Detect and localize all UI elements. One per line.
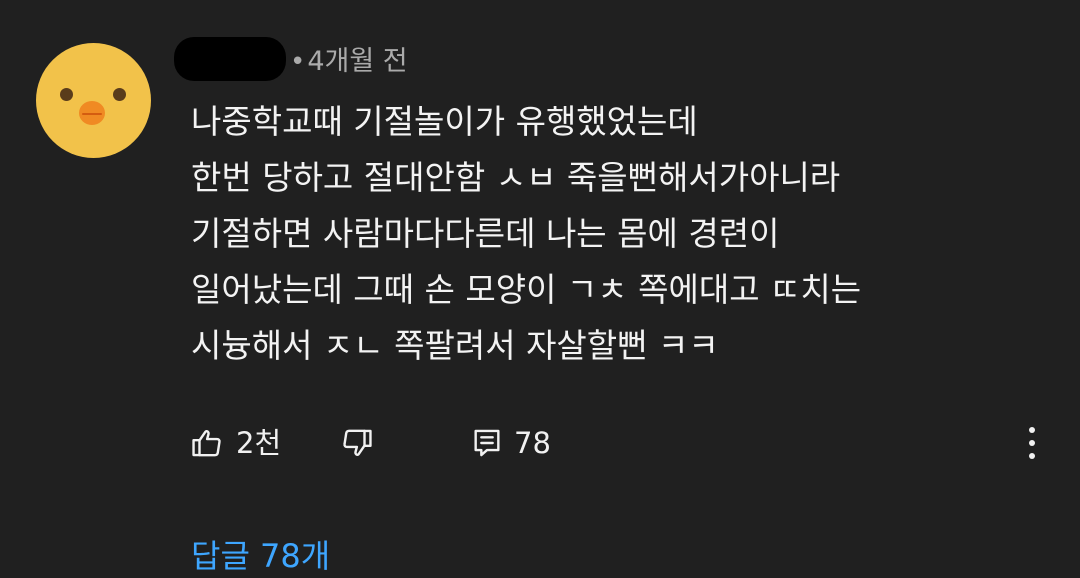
more-dot — [1029, 427, 1035, 433]
like-button[interactable]: 2천 — [190, 416, 281, 470]
more-dot — [1029, 440, 1035, 446]
comment-line: 기절하면 사람마다다른데 나는 몸에 경련이 — [191, 214, 780, 253]
reply-button[interactable]: 78 — [470, 416, 551, 470]
reply-count: 78 — [514, 426, 551, 460]
comment-timestamp: 4개월 전 — [307, 46, 408, 77]
avatar-beak-line — [82, 113, 102, 115]
comment-line: 일어났는데 그때 손 모양이 ㄱㅊ 쪽에대고 ㄸ치는 — [191, 270, 862, 309]
like-count: 2천 — [236, 426, 282, 460]
more-vertical-icon[interactable] — [1018, 416, 1046, 470]
view-replies-link[interactable]: 답글 78개 — [191, 534, 330, 578]
comment-text: 나중학교때 기절놀이가 유행했었는데 한번 당하고 절대안함 ㅅㅂ 죽을뻔해서가… — [191, 94, 1011, 374]
dislike-button[interactable] — [340, 416, 374, 470]
comment-line: 나중학교때 기절놀이가 유행했었는데 — [191, 102, 698, 141]
redacted-username — [174, 37, 286, 81]
avatar-eye-right — [113, 88, 126, 101]
thumbs-down-icon — [343, 429, 372, 456]
comment-line: 시늉해서 ㅈㄴ 쪽팔려서 자살할뻔 ㅋㅋ — [191, 326, 719, 365]
more-dot — [1029, 453, 1035, 459]
comment-meta: •4개월 전 — [290, 45, 408, 79]
avatar[interactable] — [36, 43, 151, 158]
comment-actions: 2천 78 — [190, 416, 1050, 470]
comment-line: 한번 당하고 절대안함 ㅅㅂ 죽을뻔해서가아니라 — [191, 158, 841, 197]
comment-icon — [474, 429, 500, 457]
avatar-eye-left — [60, 88, 73, 101]
meta-separator-dot: • — [290, 47, 306, 77]
thumbs-up-icon — [192, 430, 221, 457]
